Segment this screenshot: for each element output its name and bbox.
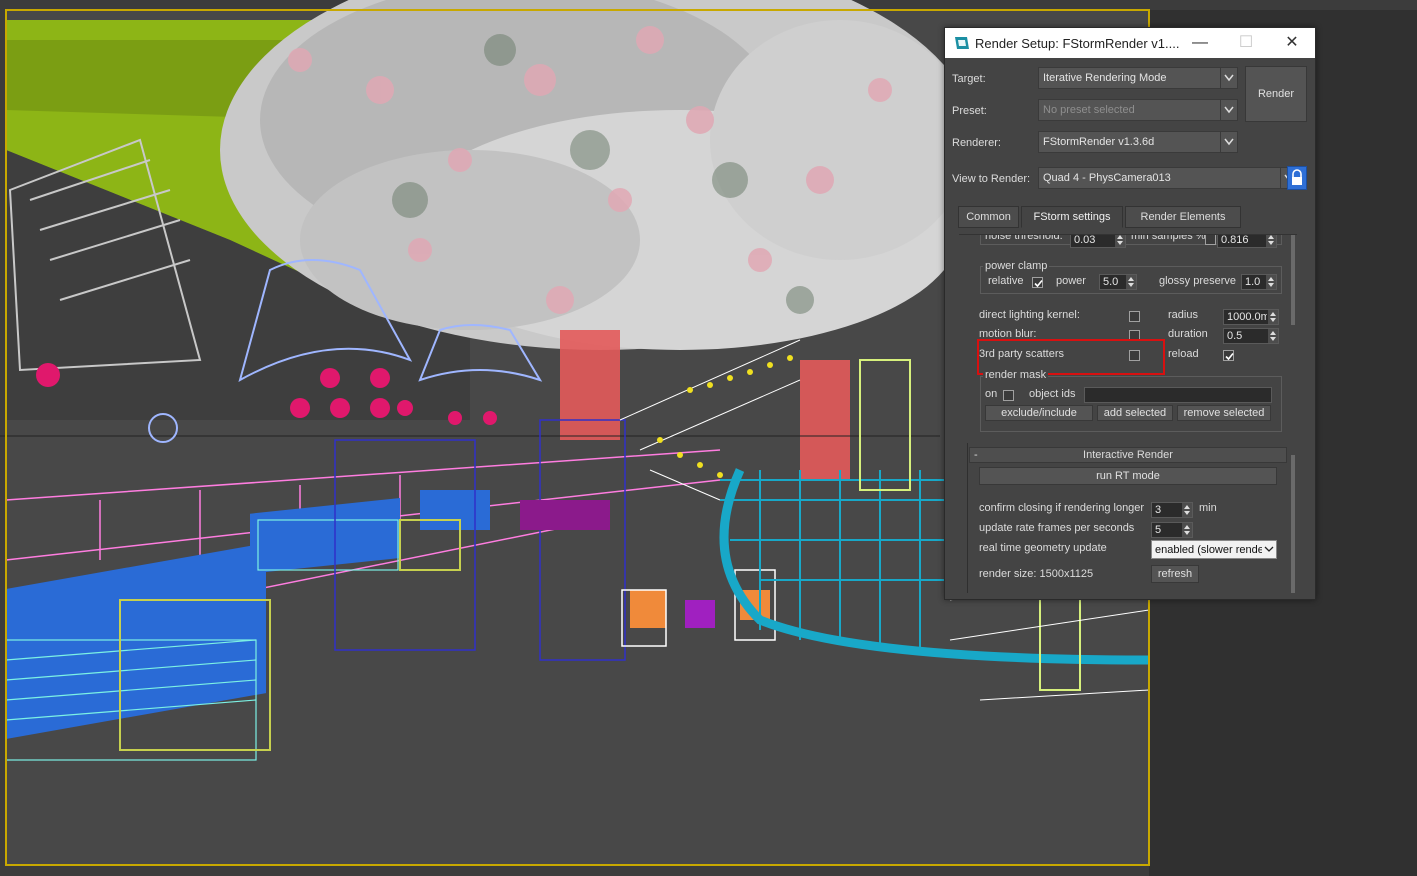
preset-dropdown[interactable]: No preset selected (1038, 99, 1238, 121)
spinner-arrows-icon (1266, 275, 1276, 289)
object-ids-label: object ids (1029, 388, 1076, 400)
reload-checkbox[interactable] (1223, 350, 1234, 361)
geometry-update-dropdown[interactable]: enabled (slower rende (1151, 540, 1277, 559)
checkmark-icon (1225, 352, 1234, 361)
confirm-closing-unit: min (1199, 502, 1217, 514)
target-label: Target: (952, 73, 986, 85)
view-to-render-label: View to Render: (952, 173, 1031, 185)
relative-checkbox[interactable] (1032, 277, 1043, 288)
spinner-arrows-icon (1268, 310, 1278, 324)
confirm-closing-spinner[interactable]: 3 (1151, 502, 1193, 518)
power-spinner[interactable]: 5.0 (1099, 274, 1137, 290)
spinner-arrows-icon (1268, 329, 1278, 343)
relative-label: relative (988, 275, 1024, 287)
min-samples-checkbox[interactable] (1205, 235, 1216, 245)
panel-scrollbar[interactable] (1291, 235, 1295, 325)
target-value: Iterative Rendering Mode (1043, 72, 1167, 84)
power-clamp-label: power clamp (983, 260, 1050, 272)
render-mask-label: render mask (983, 369, 1049, 381)
radius-label: radius (1168, 309, 1198, 321)
preset-value: No preset selected (1043, 104, 1135, 116)
renderer-value: FStormRender v1.3.6d (1043, 136, 1155, 148)
render-setup-dialog: Render Setup: FStormRender v1.... — ☐ ✕ … (944, 27, 1316, 600)
on-label: on (985, 388, 998, 400)
chevron-down-icon (1220, 132, 1237, 152)
lock-view-button[interactable] (1287, 166, 1307, 190)
checkmark-icon (1034, 279, 1043, 288)
confirm-closing-value: 3 (1155, 504, 1162, 516)
chevron-down-icon (1220, 68, 1237, 88)
chevron-down-icon (1262, 541, 1276, 558)
spinner-arrows-icon (1182, 503, 1192, 517)
render-mask-on-checkbox[interactable] (1003, 390, 1014, 401)
remove-selected-button[interactable]: remove selected (1177, 405, 1271, 421)
power-label: power (1056, 275, 1086, 287)
preset-label: Preset: (952, 105, 987, 117)
noise-threshold-label: noise threshold: (985, 234, 1063, 242)
add-selected-button[interactable]: add selected (1097, 405, 1173, 421)
confirm-closing-label: confirm closing if rendering longer (979, 502, 1145, 514)
spinner-arrows-icon (1126, 275, 1136, 289)
interactive-render-rollout-header[interactable]: - Interactive Render (969, 447, 1287, 463)
spinner-arrows-icon (1182, 523, 1192, 537)
power-value: 5.0 (1103, 276, 1119, 288)
render-size-label: render size: 1500x1125 (979, 568, 1094, 580)
lock-icon (1292, 169, 1302, 185)
refresh-button[interactable]: refresh (1151, 565, 1199, 583)
settings-panel[interactable]: noise threshold: 0.03 min samples %: 0.8… (959, 234, 1297, 595)
update-rate-label: update rate frames per seconds (979, 522, 1135, 534)
window-title: Render Setup: FStormRender v1.... (975, 36, 1180, 51)
noise-threshold-spinner[interactable]: 0.03 (1070, 234, 1126, 248)
min-samples-label: min samples %: (1131, 234, 1209, 242)
glossy-preserve-label: glossy preserve (1159, 275, 1237, 287)
direct-lighting-kernel-label: direct lighting kernel: (979, 309, 1080, 321)
view-to-render-value: Quad 4 - PhysCamera013 (1043, 172, 1171, 184)
maximize-button: ☐ (1238, 34, 1254, 51)
duration-label: duration (1168, 328, 1208, 340)
render-mask-group (980, 376, 1282, 432)
object-ids-field[interactable] (1084, 387, 1272, 403)
update-rate-spinner[interactable]: 5 (1151, 522, 1193, 538)
3dsmax-app-icon (955, 37, 969, 49)
reload-label: reload (1168, 348, 1199, 360)
direct-lighting-kernel-checkbox[interactable] (1129, 311, 1140, 322)
geometry-update-value: enabled (slower rende (1155, 544, 1264, 556)
run-rt-mode-button[interactable]: run RT mode (979, 467, 1277, 485)
minimize-button[interactable]: — (1177, 28, 1223, 58)
rollout-scrollbar[interactable] (1291, 455, 1295, 593)
spinner-arrows-icon (1115, 235, 1125, 247)
tab-render-elements[interactable]: Render Elements (1125, 206, 1241, 228)
radius-spinner[interactable]: 1000.0m (1223, 309, 1279, 325)
radius-value: 1000.0m (1227, 311, 1267, 323)
chevron-down-icon (1220, 100, 1237, 120)
update-rate-value: 5 (1155, 524, 1162, 536)
tab-fstorm-settings[interactable]: FStorm settings (1021, 206, 1123, 228)
duration-spinner[interactable]: 0.5 (1223, 328, 1279, 344)
renderer-label: Renderer: (952, 137, 1001, 149)
tab-common[interactable]: Common (958, 206, 1019, 228)
noise-threshold-value: 0.03 (1074, 234, 1096, 246)
renderer-dropdown[interactable]: FStormRender v1.3.6d (1038, 131, 1238, 153)
glossy-preserve-value: 1.0 (1245, 276, 1261, 288)
view-to-render-dropdown[interactable]: Quad 4 - PhysCamera013 (1038, 167, 1298, 189)
render-button[interactable]: Render (1245, 66, 1307, 122)
geometry-update-label: real time geometry update (979, 542, 1107, 554)
min-samples-value: 0.816 (1221, 234, 1249, 246)
interactive-render-title: Interactive Render (1083, 449, 1173, 461)
min-samples-spinner[interactable]: 0.816 (1217, 234, 1277, 248)
duration-value: 0.5 (1227, 330, 1243, 342)
close-button[interactable]: ✕ (1269, 28, 1315, 58)
glossy-preserve-spinner[interactable]: 1.0 (1241, 274, 1277, 290)
title-bar[interactable]: Render Setup: FStormRender v1.... — ☐ ✕ (945, 28, 1315, 58)
spinner-arrows-icon (1266, 235, 1276, 247)
exclude-include-button[interactable]: exclude/include (985, 405, 1093, 421)
target-dropdown[interactable]: Iterative Rendering Mode (1038, 67, 1238, 89)
